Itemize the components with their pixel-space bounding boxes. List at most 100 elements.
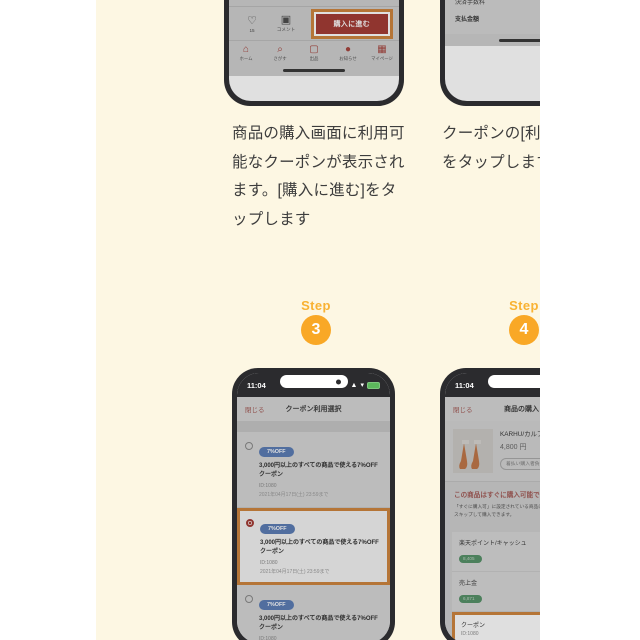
camera-icon: ▢: [309, 44, 319, 56]
step-word-3: Step: [301, 298, 331, 313]
coupon-row-selected[interactable]: 7%OFF 3,000円以上のすべての商品で使える7%OFFクーポン ID:10…: [237, 508, 390, 585]
coupon-expiry: 2021年04月17日(土) 23:59まで: [260, 569, 330, 575]
notice-body: 「すぐに購入可」に設定されている商品は、購入申請と承認をスキップして購入できます…: [454, 504, 540, 517]
discount-badge: 7%OFF: [259, 600, 294, 610]
camera-dot-icon: [335, 379, 341, 384]
order-summary: 商品金額 ¥ 4,800 決済手数料 ¥ 0 支払金額 ¥ 4,800: [445, 0, 540, 34]
radio-icon[interactable]: [245, 442, 253, 450]
summary-label-total: 支払金額: [455, 17, 480, 23]
phone4-screen: 11:04 ▲ ▾ 閉じる 商品の購入: [445, 373, 540, 640]
coupon-id: ID:1080: [259, 483, 277, 489]
instant-purchase-notice: この商品はすぐに購入可能です 「すぐに購入可」に設定されている商品は、購入申請と…: [445, 481, 540, 528]
coupon-description: 3,000円以上のすべての商品で使える7%OFFクーポン: [259, 463, 378, 478]
like-count: 15: [249, 27, 255, 33]
step-header-3: Step 3: [281, 298, 351, 345]
coupon-sheet: 閉じる クーポン利用選択 7%OFF 3,000円以上のすべての商品で使える7%…: [237, 397, 390, 640]
phone-mockup-step1: 商品情報 【ブランド】 KARHU/カルフ ♡ 15 ▣ コメント 購入に進: [224, 0, 404, 106]
nav-item-home[interactable]: ⌂ ホーム: [230, 44, 262, 62]
content-column: 商品情報 【ブランド】 KARHU/カルフ ♡ 15 ▣ コメント 購入に進: [96, 0, 540, 640]
step-number-4: 4: [509, 315, 539, 345]
notice-heading: この商品はすぐに購入可能です: [454, 492, 540, 499]
payment-options-card: 楽天ポイント/キャッシュ 8,405 利用できます › 売上金 6,871: [445, 527, 540, 640]
notch: [487, 375, 540, 388]
caption-step1: 商品の購入画面に利用可能なクーポンが表示されます。[購入に進む]をタップします: [232, 125, 405, 229]
shoes-image: [456, 435, 490, 473]
product-summary[interactable]: KARHU/カルフ Albatross 4,800 円 着払い購入者負担: [445, 421, 540, 481]
buy-button-highlight: 購入に進む: [310, 8, 393, 39]
nav-label-sell: 出品: [309, 56, 319, 62]
nav-label-home: ホーム: [239, 56, 253, 62]
comment-icon: ▣: [280, 14, 292, 27]
summary-row-fee: 決済手数料 ¥ 0: [455, 0, 540, 9]
pay-label-sales-balance: 売上金: [459, 581, 478, 588]
radio-icon-selected[interactable]: [246, 519, 254, 527]
summary-row-total: 支払金額 ¥ 4,800: [455, 9, 540, 26]
screenshot-root: 商品情報 【ブランド】 KARHU/カルフ ♡ 15 ▣ コメント 購入に進: [0, 0, 640, 640]
discount-badge: 7%OFF: [260, 524, 295, 534]
coupon-row[interactable]: 7%OFF 3,000円以上のすべての商品で使える7%OFFクーポン ID:10…: [237, 585, 390, 640]
like-button[interactable]: ♡ 15: [235, 15, 269, 33]
status-bar: 11:04 ▲ ▾: [237, 373, 390, 397]
signal-icon: ▲: [350, 381, 358, 389]
pay-row-rakuten-points[interactable]: 楽天ポイント/キャッシュ 8,405 利用できます ›: [452, 532, 540, 573]
nav-item-notifications[interactable]: ● お知らせ: [332, 44, 364, 62]
home-icon: ⌂: [242, 44, 250, 56]
heart-icon: ♡: [247, 14, 257, 27]
nav-item-sell[interactable]: ▢ 出品: [298, 44, 330, 62]
pay-row-sales-balance[interactable]: 売上金 6,871 利用できます ›: [452, 572, 540, 613]
status-bar: 11:04 ▲ ▾: [445, 373, 540, 397]
radio-icon[interactable]: [245, 595, 253, 603]
sales-balance-amount: 6,871: [459, 594, 482, 603]
status-time: 11:04: [455, 380, 474, 390]
step-number-3: 3: [301, 315, 331, 345]
caption-step2: クーポンの[利用できます]をタップします: [442, 125, 540, 171]
coupon-expiry: 2021年04月17日(土) 23:59まで: [259, 492, 329, 498]
nav-label-search: さがす: [273, 56, 287, 62]
phone-mockup-step3: 11:04 ▲ ▾ 閉じる クーポン利用選択 7%OFF 3,000円以上のすべ…: [232, 368, 395, 640]
summary-label-fee: 決済手数料: [455, 0, 486, 6]
home-indicator: [229, 64, 399, 77]
battery-icon: [367, 381, 380, 389]
product-thumbnail: [453, 429, 493, 473]
phone2-screen: 支払い方法 選択してください › 商品金額 ¥ 4,800 決済手数料 ¥ 0 …: [445, 0, 540, 101]
step-header-4: Step 4: [489, 298, 540, 345]
pay-label-rakuten-points: 楽天ポイント/キャッシュ: [459, 541, 527, 548]
phone1-screen: 商品情報 【ブランド】 KARHU/カルフ ♡ 15 ▣ コメント 購入に進: [229, 0, 399, 101]
coupon-description: 3,000円以上のすべての商品で使える7%OFFクーポン: [260, 540, 379, 555]
proceed-to-purchase-button[interactable]: 購入に進む: [315, 13, 388, 34]
comment-label: コメント: [276, 27, 296, 33]
product-name: KARHU/カルフ Albatross: [500, 431, 540, 438]
sheet-title: 商品の購入: [504, 406, 539, 413]
phone3-screen: 11:04 ▲ ▾ 閉じる クーポン利用選択 7%OFF 3,000円以上のすべ…: [237, 373, 390, 640]
wifi-icon: ▾: [360, 382, 364, 389]
bell-icon: ●: [344, 44, 352, 56]
home-indicator: [445, 34, 540, 46]
pay-label-coupon: クーポン: [461, 623, 486, 630]
nav-item-search[interactable]: ⌕ さがす: [264, 44, 296, 62]
search-icon: ⌕: [277, 44, 283, 56]
mypage-icon: ▦: [377, 44, 387, 56]
sheet-title: クーポン利用選択: [285, 406, 342, 413]
product-action-bar: ♡ 15 ▣ コメント 購入に進む: [229, 6, 399, 41]
sheet-spacer: [237, 421, 390, 432]
coupon-id: ID:1080: [260, 560, 278, 566]
pay-coupon-id: ID:1080: [461, 631, 479, 638]
comment-button[interactable]: ▣ コメント: [269, 14, 303, 33]
product-price: 4,800 円: [500, 444, 527, 451]
coupon-row[interactable]: 7%OFF 3,000円以上のすべての商品で使える7%OFFクーポン ID:10…: [237, 432, 390, 508]
nav-item-mypage[interactable]: ▦ マイページ: [366, 44, 398, 62]
phone-mockup-step4: 11:04 ▲ ▾ 閉じる 商品の購入: [440, 368, 540, 640]
shipping-tag: 着払い購入者負担: [500, 457, 540, 470]
step-word-4: Step: [509, 298, 539, 313]
coupon-id: ID:1080: [259, 636, 277, 640]
nav-label-notifications: お知らせ: [339, 56, 357, 62]
rakuten-points-balance: 8,405: [459, 554, 482, 563]
purchase-sheet: 閉じる 商品の購入 KARHU/カルフ 4,800 円 着払い購入者負 この商品…: [445, 397, 540, 640]
sheet-header: 閉じる 商品の購入: [445, 397, 540, 421]
pay-row-coupon[interactable]: クーポン ID:1080 - ¥ 336 ›: [452, 612, 540, 640]
coupon-description: 3,000円以上のすべての商品で使える7%OFFクーポン: [259, 616, 378, 631]
phone-mockup-step2: 支払い方法 選択してください › 商品金額 ¥ 4,800 決済手数料 ¥ 0 …: [440, 0, 540, 106]
status-time: 11:04: [247, 380, 266, 390]
bottom-navigation: ⌂ ホーム ⌕ さがす ▢ 出品 ● お知らせ ▦ マイページ: [229, 40, 399, 65]
sheet-header: 閉じる クーポン利用選択: [237, 397, 390, 421]
